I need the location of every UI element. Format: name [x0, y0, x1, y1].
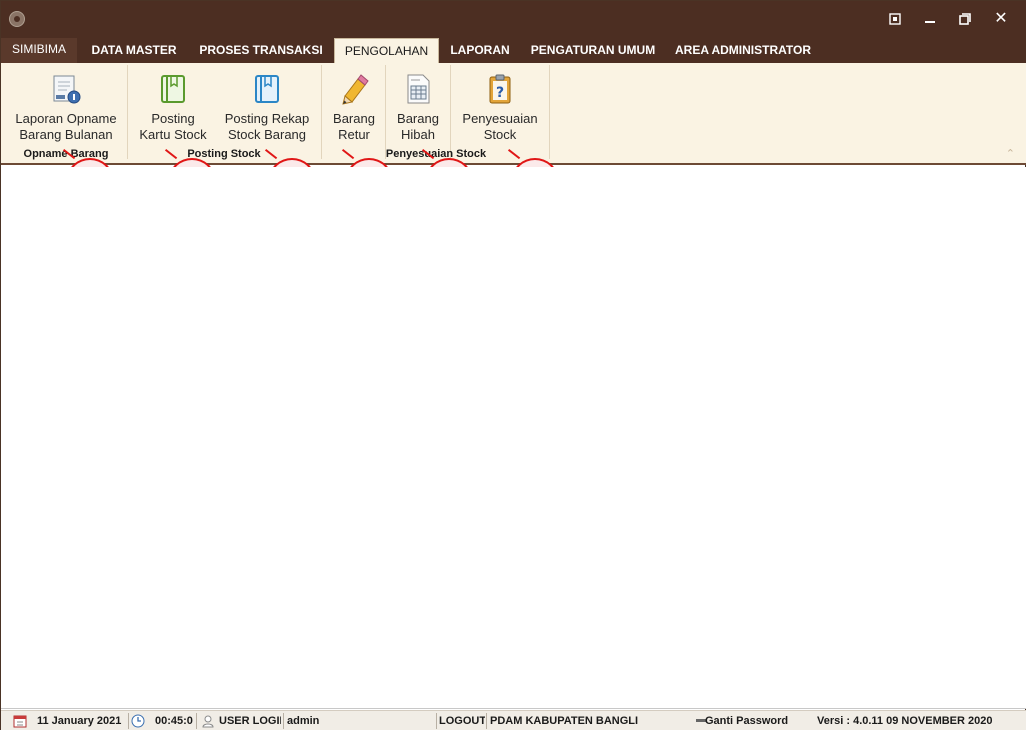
barang-hibah-label: Barang Hibah [397, 111, 439, 142]
restore-icon[interactable] [950, 7, 980, 31]
collapse-ribbon-icon[interactable]: ⌃ [1006, 147, 1015, 160]
status-divider [486, 713, 487, 729]
barang-hibah-button[interactable]: Barang Hibah [391, 69, 445, 147]
status-divider [283, 713, 284, 729]
report-document-icon [50, 73, 82, 105]
laporan-opname-barang-bulanan-button[interactable]: Laporan Opname Barang Bulanan [7, 69, 125, 147]
main-content-area [1, 167, 1026, 709]
group-divider [549, 65, 550, 159]
status-divider [196, 713, 197, 729]
penyesuaian-stock-button[interactable]: ? Penyesuaian Stock [455, 69, 545, 147]
tab-simibima[interactable]: SIMIBIMA [1, 38, 77, 63]
status-organization: PDAM KABUPATEN BANGLI [490, 715, 639, 727]
posting-kartu-stock-button[interactable]: Posting Kartu Stock [133, 69, 213, 147]
button-divider [385, 65, 386, 159]
svg-text:?: ? [496, 85, 504, 101]
minimize-icon[interactable] [915, 7, 945, 31]
status-time: 00:45:0 [155, 715, 193, 727]
user-icon [201, 714, 217, 729]
tab-data-master[interactable]: DATA MASTER [81, 38, 187, 63]
status-divider [128, 713, 129, 729]
barang-retur-label: Barang Retur [333, 111, 375, 142]
ribbon-tab-bar: SIMIBIMA DATA MASTER PROSES TRANSAKSI PE… [1, 38, 1026, 63]
status-user-login-label: USER LOGIN [219, 715, 281, 727]
status-date: 11 January 2021 [37, 715, 122, 727]
clock-icon [131, 714, 147, 729]
app-logo-icon [9, 11, 25, 27]
tab-area-administrator[interactable]: AREA ADMINISTRATOR [669, 38, 817, 63]
logout-link[interactable]: LOGOUT [439, 714, 485, 729]
status-bar: 11 January 2021 00:45:0 USER LOGIN admin… [1, 710, 1026, 730]
laporan-opname-label: Laporan Opname Barang Bulanan [15, 111, 117, 142]
full-screen-icon[interactable] [880, 7, 910, 31]
penyesuaian-stock-label: Penyesuaian Stock [462, 111, 538, 142]
tab-pengolahan[interactable]: PENGOLAHAN [334, 38, 439, 63]
green-book-icon [157, 73, 189, 105]
tab-pengaturan-umum[interactable]: PENGATURAN UMUM [523, 38, 663, 63]
tab-proses-transaksi[interactable]: PROSES TRANSAKSI [191, 38, 331, 63]
calendar-icon [13, 714, 29, 729]
blue-book-icon [251, 73, 283, 105]
clipboard-question-icon: ? [484, 73, 516, 105]
group-divider [321, 65, 322, 159]
pencil-icon [338, 73, 370, 105]
status-version: Versi : 4.0.11 09 NOVEMBER 2020 [817, 715, 993, 727]
posting-kartu-stock-label: Posting Kartu Stock [139, 111, 207, 142]
spreadsheet-icon [402, 73, 434, 105]
app-window: ✕ SIMIBIMA DATA MASTER PROSES TRANSAKSI … [0, 0, 1026, 730]
posting-rekap-label: Posting Rekap Stock Barang [224, 111, 310, 142]
posting-rekap-stock-barang-button[interactable]: Posting Rekap Stock Barang [219, 69, 315, 147]
barang-retur-button[interactable]: Barang Retur [327, 69, 381, 147]
title-bar: ✕ [1, 1, 1026, 38]
status-divider [436, 713, 437, 729]
button-divider [450, 65, 451, 159]
tab-laporan[interactable]: LAPORAN [443, 38, 517, 63]
group-divider [127, 65, 128, 159]
close-icon[interactable]: ✕ [986, 7, 1016, 31]
change-password-link[interactable]: Ganti Password [705, 714, 797, 729]
ribbon-panel: Laporan Opname Barang Bulanan Opname Bar… [1, 63, 1026, 165]
status-username: admin [287, 715, 320, 727]
